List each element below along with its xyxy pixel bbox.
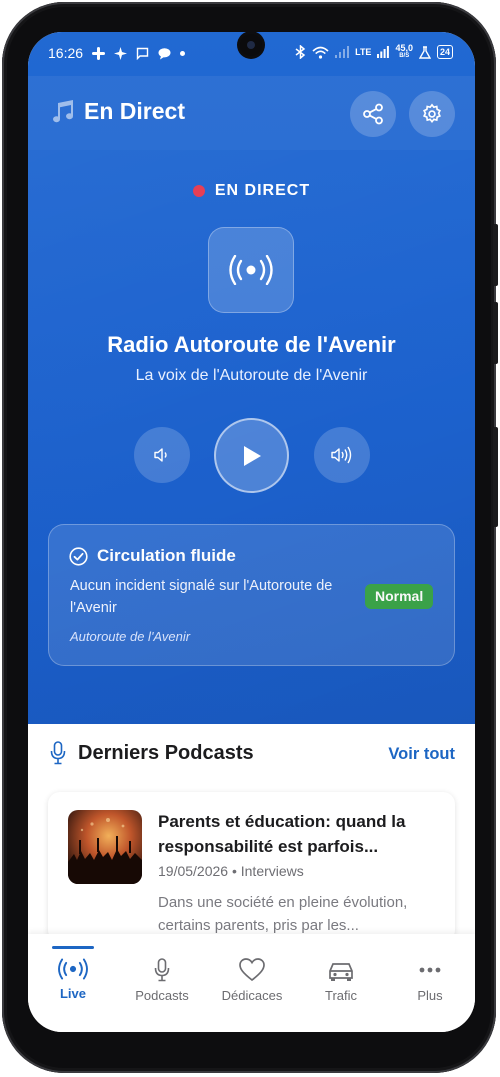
phone-frame: 16:26 LTE 45,0 B/S 24 En Direct EN DIREC… (2, 2, 498, 1073)
volume-down-button[interactable] (134, 427, 190, 483)
heart-icon (239, 958, 265, 982)
concert-crowd-image (68, 818, 142, 884)
status-left: 16:26 (48, 45, 186, 61)
podcast-meta: 19/05/2026 • Interviews (158, 863, 304, 879)
traffic-title: Circulation fluide (97, 546, 236, 565)
bottom-navigation: Live Podcasts Dédicaces Trafic Plus (28, 934, 475, 1032)
volume-button (493, 302, 498, 364)
traffic-title-row: Circulation fluide (69, 546, 236, 566)
live-badge: EN DIRECT (28, 182, 475, 200)
station-tagline: La voix de l'Autoroute de l'Avenir (135, 367, 368, 384)
bluetooth-icon (295, 45, 306, 59)
chat-bubble-icon (158, 47, 171, 59)
podcast-thumbnail (68, 810, 142, 884)
microphone-icon (50, 741, 66, 765)
podcast-title: Parents et éducation: quand la responsab… (158, 812, 406, 856)
gear-icon (423, 103, 441, 124)
signal-icon (377, 46, 390, 58)
podcasts-section-header: Derniers Podcasts Voir tout (28, 724, 475, 784)
check-circle-icon (69, 546, 88, 566)
app-title: En Direct (84, 98, 185, 124)
traffic-description: Aucun incident signalé sur l'Autoroute d… (70, 578, 333, 616)
wifi-icon (312, 46, 329, 59)
microphone-icon (154, 958, 170, 982)
nav-item-live[interactable]: Live (28, 958, 118, 1001)
music-note-icon (53, 99, 74, 122)
traffic-status-card[interactable]: Circulation fluide Aucun incident signal… (48, 524, 455, 666)
station-logo-tile (208, 227, 294, 313)
nav-label-podcasts: Podcasts (135, 988, 189, 1003)
podcasts-section-title: Derniers Podcasts (78, 741, 254, 764)
volume-up-icon (331, 446, 352, 464)
nav-label-plus: Plus (417, 988, 443, 1003)
nav-item-trafic[interactable]: Trafic (296, 958, 386, 1003)
battery-icon: 24 (436, 45, 453, 59)
nav-item-dedicaces[interactable]: Dédicaces (207, 958, 297, 1003)
podcast-excerpt: Dans une société en pleine évolution, ce… (158, 894, 408, 934)
notification-dot-icon (180, 50, 186, 56)
live-badge-label: EN DIRECT (214, 182, 311, 199)
network-type: LTE (355, 47, 372, 57)
traffic-status-badge: Normal (365, 584, 434, 609)
status-bar: 16:26 LTE 45,0 B/S 24 (28, 32, 475, 76)
broadcast-icon (229, 255, 273, 285)
nav-label-trafic: Trafic (324, 988, 358, 1003)
nav-label-dedicaces: Dédicaces (221, 988, 283, 1003)
podcasts-heading: Derniers Podcasts (50, 741, 254, 765)
nav-label-live: Live (59, 986, 86, 1001)
see-all-podcasts-link[interactable]: Voir tout (388, 745, 455, 764)
signal-weak-icon (335, 46, 350, 58)
nav-item-podcasts[interactable]: Podcasts (117, 958, 207, 1003)
share-button[interactable] (350, 91, 396, 137)
status-right: LTE 45,0 B/S 24 (295, 44, 453, 60)
app-title-wrap: En Direct (50, 98, 185, 125)
network-speed-value: 45,0 (395, 43, 413, 53)
podcast-card[interactable]: Parents et éducation: quand la responsab… (48, 792, 455, 942)
traffic-route: Autoroute de l'Avenir (70, 629, 191, 644)
status-time: 16:26 (48, 45, 84, 61)
more-dots-icon (419, 967, 441, 973)
message-icon (136, 47, 149, 60)
volume-up-button[interactable] (314, 427, 370, 483)
app-bar: En Direct (28, 76, 475, 150)
settings-button[interactable] (409, 91, 455, 137)
live-dot-icon (192, 185, 205, 197)
volume-button (493, 224, 498, 286)
screen: 16:26 LTE 45,0 B/S 24 En Direct EN DIREC… (28, 32, 475, 1032)
share-icon (363, 103, 383, 125)
front-camera (240, 34, 262, 56)
car-icon (329, 963, 353, 981)
live-hero: 16:26 LTE 45,0 B/S 24 En Direct EN DIREC… (28, 32, 475, 724)
slack-icon (92, 46, 106, 60)
network-speed-unit: B/S (399, 53, 410, 59)
station-name: Radio Autoroute de l'Avenir (107, 332, 396, 357)
power-button (493, 427, 498, 527)
play-icon (243, 445, 261, 466)
sparkle-icon (114, 46, 128, 60)
volume-down-icon (154, 448, 167, 462)
flask-icon (418, 45, 431, 59)
active-tab-indicator (52, 946, 94, 949)
network-speed: 45,0 B/S (395, 44, 413, 60)
broadcast-icon (58, 958, 88, 980)
nav-item-plus[interactable]: Plus (385, 958, 475, 1003)
battery-level: 24 (439, 47, 450, 57)
play-button[interactable] (214, 418, 289, 493)
